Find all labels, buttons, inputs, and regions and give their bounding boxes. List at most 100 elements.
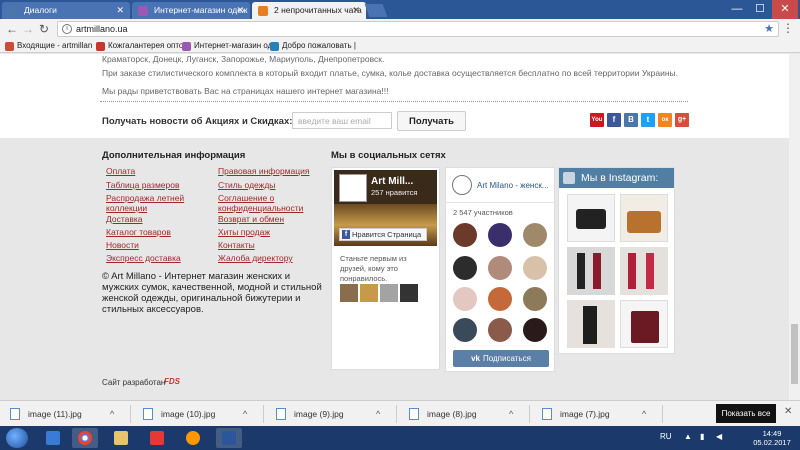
- photo-thumbnail[interactable]: [400, 284, 418, 302]
- link-express-delivery[interactable]: Экспресс доставка: [106, 253, 181, 263]
- address-bar[interactable]: i ★: [57, 21, 779, 37]
- tab-shop[interactable]: Интернет-магазин одеж ✕: [132, 2, 250, 19]
- member-avatar[interactable]: [488, 318, 512, 342]
- download-item[interactable]: image (7).jpg ^: [540, 406, 646, 422]
- photo-thumbnail[interactable]: [380, 284, 398, 302]
- facebook-like-button[interactable]: f Нравится Страница: [339, 228, 427, 241]
- minimize-button[interactable]: —: [726, 0, 748, 19]
- chevron-up-icon[interactable]: ^: [243, 406, 247, 422]
- twitter-icon[interactable]: t: [641, 113, 655, 127]
- member-avatar[interactable]: [488, 256, 512, 280]
- link-contacts[interactable]: Контакты: [218, 240, 255, 250]
- link-summer-sale[interactable]: Распродажа летней коллекции: [106, 193, 206, 213]
- link-bestsellers[interactable]: Хиты продаж: [218, 227, 270, 237]
- chevron-up-icon[interactable]: ^: [509, 406, 513, 422]
- download-item[interactable]: image (9).jpg ^: [274, 406, 380, 422]
- close-icon[interactable]: ✕: [352, 2, 360, 19]
- vk-subscribe-button[interactable]: vk Подписаться: [453, 350, 549, 367]
- download-item[interactable]: image (10).jpg ^: [141, 406, 247, 422]
- facebook-cover[interactable]: Art Mill... 257 нравится f Нравится Стра…: [334, 170, 437, 246]
- bookmark-welcome[interactable]: Добро пожаловать |: [270, 40, 356, 52]
- member-avatar[interactable]: [453, 256, 477, 280]
- youtube-icon[interactable]: You: [590, 113, 604, 127]
- developer-logo[interactable]: FDS: [164, 377, 180, 386]
- facebook-page-name[interactable]: Art Mill...: [371, 176, 413, 187]
- member-avatar[interactable]: [488, 223, 512, 247]
- tab-chats[interactable]: 2 непрочитанных чата ✕: [252, 2, 366, 19]
- maximize-button[interactable]: ☐: [749, 0, 771, 19]
- member-avatar[interactable]: [453, 287, 477, 311]
- instagram-photo[interactable]: [620, 247, 668, 295]
- reload-icon[interactable]: ↻: [39, 21, 49, 37]
- instagram-photo[interactable]: [567, 300, 615, 348]
- system-clock[interactable]: 14:49 05.02.2017: [748, 429, 796, 447]
- vk-icon[interactable]: B: [624, 113, 638, 127]
- facebook-icon[interactable]: f: [607, 113, 621, 127]
- member-avatar[interactable]: [523, 287, 547, 311]
- forward-icon[interactable]: →: [22, 21, 34, 37]
- member-avatar[interactable]: [523, 318, 547, 342]
- chevron-up-icon[interactable]: ^: [376, 406, 380, 422]
- link-privacy[interactable]: Соглашение о конфиденциальности: [218, 193, 318, 213]
- photo-thumbnail[interactable]: [360, 284, 378, 302]
- chevron-up-icon[interactable]: ^: [110, 406, 114, 422]
- taskbar-word[interactable]: [216, 428, 242, 448]
- bookmark-inbox[interactable]: Входящие - artmillan: [5, 40, 92, 52]
- member-avatar[interactable]: [523, 256, 547, 280]
- taskbar-explorer[interactable]: [108, 428, 134, 448]
- taskbar-player[interactable]: [180, 428, 206, 448]
- scrollbar-thumb[interactable]: [791, 324, 798, 384]
- start-button[interactable]: [6, 428, 28, 448]
- instagram-photo[interactable]: [567, 194, 615, 242]
- network-icon[interactable]: ▮: [700, 432, 704, 441]
- link-delivery[interactable]: Доставка: [106, 214, 143, 224]
- member-avatar[interactable]: [488, 287, 512, 311]
- taskbar-media-player[interactable]: [40, 428, 66, 448]
- url-input[interactable]: [76, 22, 756, 36]
- newsletter-email-input[interactable]: [292, 112, 392, 129]
- menu-icon[interactable]: ⋮: [782, 21, 794, 35]
- member-avatar[interactable]: [453, 223, 477, 247]
- language-indicator[interactable]: RU: [660, 432, 672, 441]
- back-icon[interactable]: ←: [6, 21, 18, 37]
- link-legal[interactable]: Правовая информация: [218, 166, 310, 176]
- link-news[interactable]: Новости: [106, 240, 139, 250]
- member-avatar[interactable]: [523, 223, 547, 247]
- download-item[interactable]: image (8).jpg ^: [407, 406, 513, 422]
- odnoklassniki-icon[interactable]: ок: [658, 113, 672, 127]
- show-all-downloads-button[interactable]: Показать все: [716, 404, 776, 423]
- bookmark-star-icon[interactable]: ★: [764, 22, 774, 35]
- google-plus-icon[interactable]: g+: [675, 113, 689, 127]
- bookmark-shop[interactable]: Интернет-магазин од: [182, 40, 272, 52]
- tab-dialogs[interactable]: Диалоги ✕: [2, 2, 130, 19]
- link-payment[interactable]: Оплата: [106, 166, 135, 176]
- volume-icon[interactable]: ◀: [716, 432, 722, 441]
- new-tab-button[interactable]: [364, 4, 388, 17]
- close-window-button[interactable]: ✕: [772, 0, 798, 19]
- link-complaint[interactable]: Жалоба директору: [218, 253, 293, 263]
- member-avatar[interactable]: [453, 318, 477, 342]
- tray-arrow-icon[interactable]: ▲: [684, 432, 692, 441]
- close-icon[interactable]: ✕: [784, 406, 792, 417]
- instagram-photo[interactable]: [620, 194, 668, 242]
- instagram-photo[interactable]: [620, 300, 668, 348]
- page-scrollbar[interactable]: [789, 54, 800, 400]
- chevron-up-icon[interactable]: ^: [642, 406, 646, 422]
- newsletter-subscribe-button[interactable]: Получать: [397, 111, 466, 131]
- taskbar-yandex[interactable]: [144, 428, 170, 448]
- instagram-header[interactable]: Мы в Instagram:: [559, 168, 674, 188]
- instagram-photo[interactable]: [567, 247, 615, 295]
- close-icon[interactable]: ✕: [116, 2, 124, 19]
- close-icon[interactable]: ✕: [236, 2, 244, 19]
- taskbar-chrome[interactable]: [72, 428, 98, 448]
- vk-group-name[interactable]: Art Milano - женск...: [477, 181, 553, 190]
- link-returns[interactable]: Возврат и обмен: [218, 214, 284, 224]
- download-item[interactable]: image (11).jpg ^: [8, 406, 114, 422]
- link-catalog[interactable]: Каталог товаров: [106, 227, 171, 237]
- link-size-table[interactable]: Таблица размеров: [106, 180, 180, 190]
- site-info-icon[interactable]: i: [62, 24, 72, 34]
- photo-thumbnail[interactable]: [340, 284, 358, 302]
- vk-group-avatar[interactable]: [452, 175, 472, 195]
- bookmark-leather-goods[interactable]: Кожгалантерея оптом: [96, 40, 189, 52]
- link-clothing-style[interactable]: Стиль одежды: [218, 180, 275, 190]
